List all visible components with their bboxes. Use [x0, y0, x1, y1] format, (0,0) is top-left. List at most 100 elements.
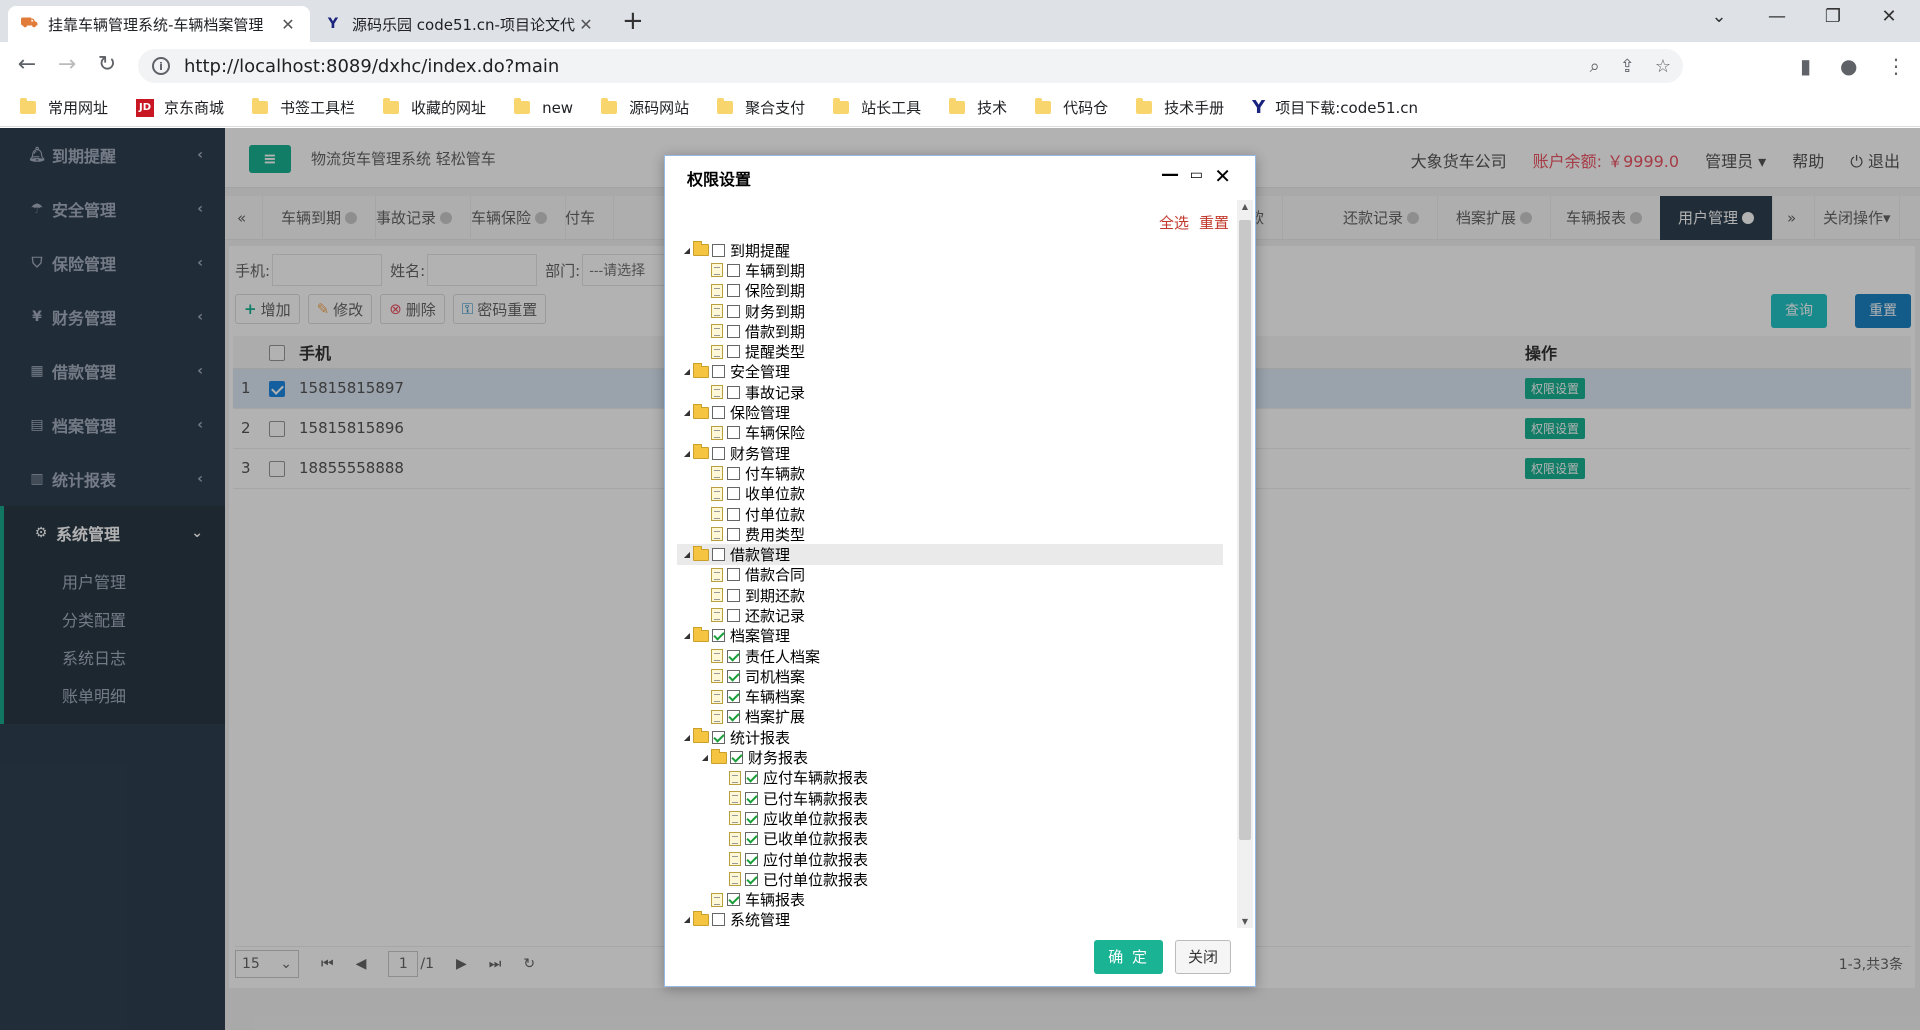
tree-checkbox[interactable] [727, 324, 740, 338]
scroll-down-icon[interactable]: ▼ [1237, 917, 1253, 926]
expand-toggle-icon[interactable]: ◢ [681, 449, 693, 458]
close-button[interactable]: 关闭 [1174, 940, 1231, 974]
bookmark-item[interactable]: 代码仓 [1035, 97, 1108, 118]
url-input[interactable]: i http://localhost:8089/dxhc/index.do?ma… [138, 49, 1683, 83]
close-window-icon[interactable]: ✕ [1874, 6, 1904, 27]
tree-checkbox[interactable] [727, 466, 740, 480]
tree-node[interactable]: ◢ 档案管理 [677, 626, 1223, 646]
reload-icon[interactable]: ↻ [92, 52, 122, 77]
expand-toggle-icon[interactable]: ◢ [699, 753, 711, 762]
expand-toggle-icon[interactable]: ◢ [681, 915, 693, 924]
close-icon[interactable]: ✕ [1214, 164, 1231, 188]
close-tab-icon[interactable]: ✕ [278, 15, 298, 34]
tree-checkbox[interactable] [727, 304, 740, 318]
tree-node[interactable]: 保险到期 [677, 281, 1223, 301]
tree-node[interactable]: 付车辆款 [677, 463, 1223, 483]
bookmark-item[interactable]: 收藏的网址 [383, 97, 486, 118]
bookmark-star-icon[interactable]: ☆ [1655, 56, 1671, 77]
tree-node[interactable]: ◢ 安全管理 [677, 362, 1223, 382]
bookmark-item[interactable]: 源码网站 [601, 97, 689, 118]
tree-node[interactable]: 已付车辆款报表 [677, 788, 1223, 808]
tree-node[interactable]: 财务到期 [677, 301, 1223, 321]
tree-checkbox[interactable] [745, 832, 758, 846]
tree-node[interactable]: 车辆保险 [677, 423, 1223, 443]
tree-checkbox[interactable] [745, 811, 758, 825]
side-panel-icon[interactable]: ▮ [1800, 54, 1811, 78]
tree-node[interactable]: ◢ 保险管理 [677, 402, 1223, 422]
tree-node[interactable]: 提醒类型 [677, 341, 1223, 361]
tree-node[interactable]: 车辆报表 [677, 890, 1223, 910]
tree-checkbox[interactable] [727, 487, 740, 501]
expand-toggle-icon[interactable]: ◢ [681, 408, 693, 417]
tree-checkbox[interactable] [712, 406, 725, 420]
tree-checkbox[interactable] [727, 527, 740, 541]
tree-checkbox[interactable] [727, 669, 740, 683]
share-icon[interactable]: ⇪ [1620, 56, 1635, 77]
tree-checkbox[interactable] [727, 345, 740, 359]
tree-checkbox[interactable] [727, 568, 740, 582]
tree-node[interactable]: 到期还款 [677, 585, 1223, 605]
site-info-icon[interactable]: i [152, 57, 170, 75]
bookmark-item[interactable]: 技术 [949, 97, 1007, 118]
reset-link[interactable]: 重置 [1199, 212, 1229, 233]
expand-toggle-icon[interactable]: ◢ [681, 631, 693, 640]
tree-node[interactable]: 费用类型 [677, 524, 1223, 544]
tree-checkbox[interactable] [727, 284, 740, 298]
restore-icon[interactable]: ❐ [1818, 6, 1848, 27]
tree-checkbox[interactable] [712, 446, 725, 460]
bookmark-item[interactable]: 站长工具 [833, 97, 921, 118]
tree-checkbox[interactable] [745, 852, 758, 866]
forward-icon[interactable]: → [52, 52, 82, 77]
tree-node[interactable]: 借款到期 [677, 321, 1223, 341]
tree-node[interactable]: 档案扩展 [677, 707, 1223, 727]
expand-toggle-icon[interactable]: ◢ [681, 367, 693, 376]
tree-scrollbar[interactable]: ▲ ▼ [1237, 200, 1253, 928]
scrollbar-thumb[interactable] [1239, 220, 1251, 840]
bookmark-item[interactable]: Y 项目下载:code51.cn [1252, 97, 1418, 118]
tree-node[interactable]: 事故记录 [677, 382, 1223, 402]
bookmark-item[interactable]: 聚合支付 [717, 97, 805, 118]
maximize-icon[interactable]: ▭ [1190, 167, 1203, 183]
bookmark-item[interactable]: 常用网址 [20, 97, 108, 118]
tree-node[interactable]: 责任人档案 [677, 646, 1223, 666]
bookmark-item[interactable]: 技术手册 [1136, 97, 1224, 118]
tree-node[interactable]: 借款合同 [677, 565, 1223, 585]
tree-checkbox[interactable] [727, 649, 740, 663]
tree-node[interactable]: ◢ 借款管理 [677, 544, 1223, 565]
tree-checkbox[interactable] [727, 426, 740, 440]
tree-node[interactable]: ◢ 统计报表 [677, 727, 1223, 747]
tab-search-chevron-icon[interactable]: ⌄ [1704, 6, 1734, 27]
minimize-icon[interactable]: — [1762, 6, 1792, 27]
tree-node[interactable]: 收单位款 [677, 484, 1223, 504]
tree-node[interactable]: 还款记录 [677, 605, 1223, 625]
tree-checkbox[interactable] [727, 893, 740, 907]
back-icon[interactable]: ← [12, 52, 42, 77]
tree-node[interactable]: 已收单位款报表 [677, 829, 1223, 849]
tree-checkbox[interactable] [712, 629, 725, 643]
tree-checkbox[interactable] [712, 730, 725, 744]
tree-checkbox[interactable] [730, 751, 743, 765]
tree-node[interactable]: 应付单位款报表 [677, 849, 1223, 869]
tree-node[interactable]: ◢ 到期提醒 [677, 240, 1223, 260]
tree-checkbox[interactable] [727, 385, 740, 399]
tree-checkbox[interactable] [727, 690, 740, 704]
bookmark-item[interactable]: new [514, 98, 573, 117]
tree-checkbox[interactable] [727, 263, 740, 277]
browser-tab-active[interactable]: ⛟ 挂靠车辆管理系统-车辆档案管理 ✕ [8, 6, 310, 42]
bookmark-item[interactable]: 书签工具栏 [252, 97, 355, 118]
menu-kebab-icon[interactable]: ⋮ [1886, 54, 1906, 78]
tree-node[interactable]: 付单位款 [677, 504, 1223, 524]
tree-checkbox[interactable] [727, 588, 740, 602]
tree-node[interactable]: 已付单位款报表 [677, 869, 1223, 889]
new-tab-icon[interactable]: + [622, 6, 644, 36]
profile-avatar-icon[interactable]: ● [1840, 54, 1857, 78]
tree-node[interactable]: ◢ 财务报表 [677, 747, 1223, 767]
tree-checkbox[interactable] [712, 548, 725, 562]
minimize-icon[interactable]: — [1161, 164, 1179, 185]
browser-tab[interactable]: Y 源码乐园 code51.cn-项目论文代 ✕ [312, 6, 608, 42]
tree-checkbox[interactable] [727, 710, 740, 724]
expand-toggle-icon[interactable]: ◢ [681, 246, 693, 255]
tree-checkbox[interactable] [712, 365, 725, 379]
tree-checkbox[interactable] [712, 913, 725, 927]
tree-checkbox[interactable] [712, 243, 725, 257]
